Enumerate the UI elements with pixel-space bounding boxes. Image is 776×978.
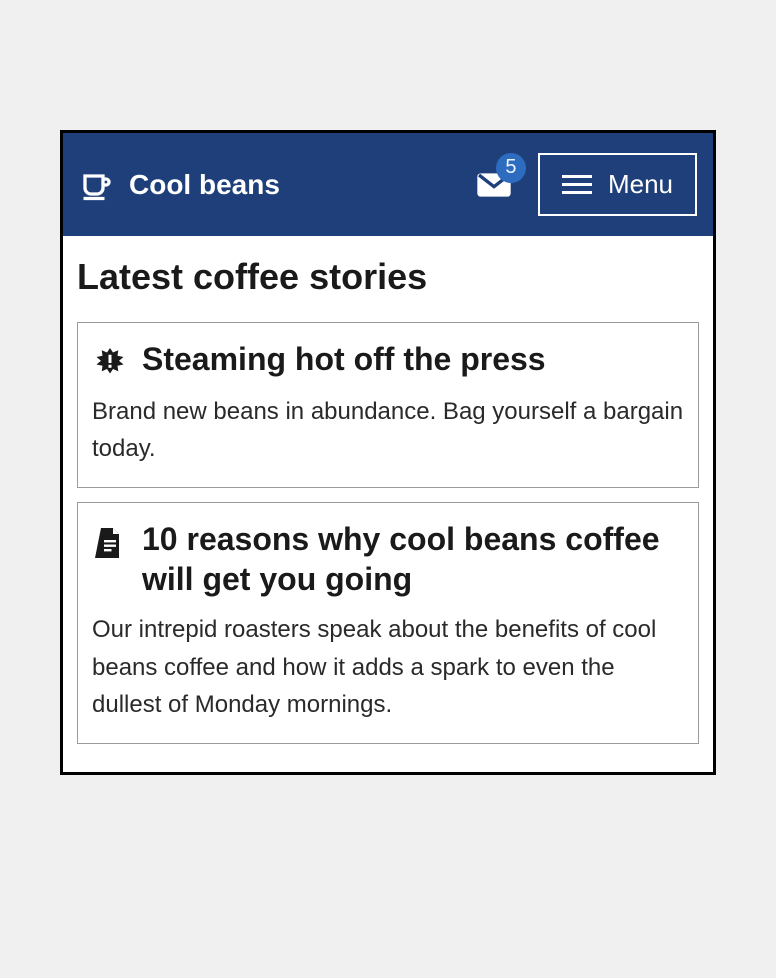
- burst-alert-icon: [92, 345, 128, 381]
- coffee-cup-icon: [79, 167, 115, 203]
- brand-title: Cool beans: [129, 169, 280, 201]
- story-card[interactable]: Steaming hot off the press Brand new bea…: [77, 322, 699, 488]
- menu-label: Menu: [608, 169, 673, 200]
- document-icon: [92, 525, 128, 561]
- header-bar: Cool beans 5 Menu: [63, 133, 713, 236]
- menu-button[interactable]: Menu: [538, 153, 697, 216]
- mail-count-badge: 5: [496, 153, 526, 183]
- page-title: Latest coffee stories: [77, 256, 699, 298]
- story-title: Steaming hot off the press: [142, 339, 546, 379]
- brand-block[interactable]: Cool beans: [79, 167, 460, 203]
- story-body: Our intrepid roasters speak about the be…: [92, 611, 684, 723]
- story-card[interactable]: 10 reasons why cool beans coffee will ge…: [77, 502, 699, 744]
- content-area: Latest coffee stories Steaming hot off t…: [63, 236, 713, 772]
- story-body: Brand new beans in abundance. Bag yourse…: [92, 393, 684, 467]
- hamburger-icon: [562, 175, 592, 194]
- mail-button[interactable]: 5: [474, 165, 514, 205]
- story-title: 10 reasons why cool beans coffee will ge…: [142, 519, 684, 599]
- app-frame: Cool beans 5 Menu Latest coffee stories: [60, 130, 716, 775]
